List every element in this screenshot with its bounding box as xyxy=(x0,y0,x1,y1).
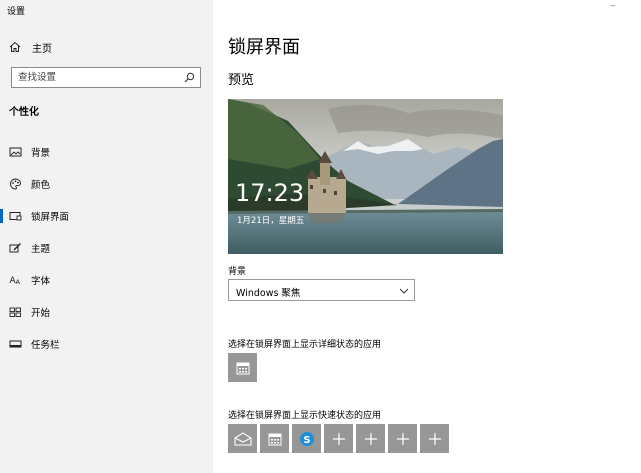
plus-icon xyxy=(364,432,377,445)
minimize-button[interactable]: ‒ xyxy=(606,0,620,14)
quick-status-add-button[interactable] xyxy=(420,424,449,453)
section-title: 个性化 xyxy=(9,107,39,118)
sidebar-item-label: 颜色 xyxy=(31,180,51,191)
quick-status-app-calendar[interactable] xyxy=(260,424,289,453)
preview-heading: 预览 xyxy=(228,73,255,88)
lockscreen-icon xyxy=(9,212,22,221)
settings-window: 设置 主页 个性化 背景 xyxy=(0,0,641,473)
sidebar-item-fonts[interactable]: A A 字体 xyxy=(0,264,213,296)
taskbar-icon xyxy=(9,340,22,348)
start-grid-icon xyxy=(9,307,21,317)
svg-text:S: S xyxy=(303,435,310,446)
sidebar-item-themes[interactable]: 主题 xyxy=(0,232,213,264)
sidebar: 设置 主页 个性化 背景 xyxy=(0,0,213,473)
home-nav-item[interactable]: 主页 xyxy=(9,39,52,55)
sidebar-nav: 背景 颜色 锁屏界面 主题 A A 字体 开始 任务栏 xyxy=(0,136,213,360)
quick-status-label: 选择在锁屏界面上显示快速状态的应用 xyxy=(228,411,382,421)
quick-status-app-mail[interactable] xyxy=(228,424,257,453)
plus-icon xyxy=(428,432,441,445)
theme-brush-icon xyxy=(9,243,21,253)
mail-icon xyxy=(233,431,252,446)
sidebar-item-lockscreen[interactable]: 锁屏界面 xyxy=(0,200,213,232)
sidebar-item-colors[interactable]: 颜色 xyxy=(0,168,213,200)
background-select[interactable]: Windows 聚焦 xyxy=(228,279,415,301)
quick-status-add-button[interactable] xyxy=(388,424,417,453)
search-box xyxy=(11,67,201,88)
detailed-status-app-button[interactable] xyxy=(228,353,257,382)
svg-text:A: A xyxy=(16,278,21,286)
sidebar-item-label: 背景 xyxy=(31,148,51,159)
detailed-status-label: 选择在锁屏界面上显示详细状态的应用 xyxy=(228,340,382,350)
calendar-icon xyxy=(268,433,281,445)
picture-icon xyxy=(9,147,22,157)
landscape-image xyxy=(228,99,503,254)
sidebar-item-label: 锁屏界面 xyxy=(31,212,70,223)
page-title: 锁屏界面 xyxy=(228,37,300,58)
palette-icon xyxy=(10,178,21,190)
plus-icon xyxy=(396,432,409,445)
sidebar-item-label: 任务栏 xyxy=(31,340,60,351)
window-title: 设置 xyxy=(7,7,26,17)
skype-icon: S xyxy=(299,431,314,446)
sidebar-item-taskbar[interactable]: 任务栏 xyxy=(0,328,213,360)
font-icon: A A xyxy=(10,276,21,286)
search-icon[interactable] xyxy=(184,72,195,83)
search-input[interactable] xyxy=(12,68,182,87)
sidebar-item-label: 字体 xyxy=(31,276,51,287)
background-select-value: Windows 聚焦 xyxy=(236,288,301,299)
sidebar-item-label: 主题 xyxy=(31,244,51,255)
lockscreen-date: 1月21日，星期五 xyxy=(237,216,305,226)
sidebar-item-background[interactable]: 背景 xyxy=(0,136,213,168)
sidebar-item-label: 开始 xyxy=(31,308,51,319)
home-label: 主页 xyxy=(32,43,52,55)
home-icon xyxy=(9,41,21,52)
chevron-down-icon xyxy=(399,288,409,294)
plus-icon xyxy=(332,432,345,445)
quick-status-add-button[interactable] xyxy=(356,424,385,453)
quick-status-add-button[interactable] xyxy=(324,424,353,453)
quick-status-app-skype[interactable]: S xyxy=(292,424,321,453)
background-label: 背景 xyxy=(228,267,247,277)
sidebar-item-start[interactable]: 开始 xyxy=(0,296,213,328)
calendar-icon xyxy=(236,362,249,374)
lockscreen-time: 17:23 xyxy=(235,179,305,207)
lockscreen-preview: 17:23 1月21日，星期五 xyxy=(228,99,503,254)
